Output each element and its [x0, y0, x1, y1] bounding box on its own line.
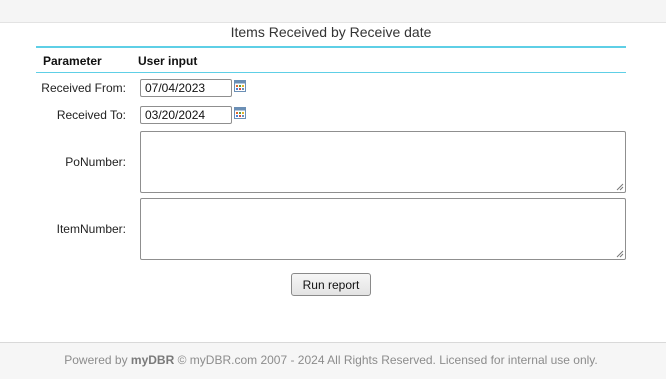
- item-number-textarea[interactable]: [140, 198, 626, 260]
- header-bottom-rule: [36, 72, 626, 73]
- received-from-input[interactable]: [140, 79, 232, 97]
- report-title: Items Received by Receive date: [230, 24, 432, 40]
- calendar-icon[interactable]: [234, 107, 246, 119]
- footer-copyright: © myDBR.com 2007 - 2024 All Rights Reser…: [174, 353, 598, 367]
- run-report-button[interactable]: Run report: [291, 273, 371, 296]
- parameter-table: Parameter User input: [36, 46, 626, 73]
- footer: Powered by myDBR © myDBR.com 2007 - 2024…: [0, 342, 666, 379]
- resize-grip-icon[interactable]: [616, 250, 624, 258]
- item-number-label: ItemNumber:: [56, 222, 126, 236]
- po-number-label: PoNumber:: [65, 155, 126, 169]
- received-from-label: Received From:: [41, 81, 126, 95]
- received-to-input[interactable]: [140, 106, 232, 124]
- footer-brand-link[interactable]: myDBR: [131, 353, 174, 367]
- header-parameter: Parameter: [43, 54, 102, 68]
- calendar-icon[interactable]: [234, 80, 246, 92]
- top-bar: [0, 0, 666, 23]
- header-user-input: User input: [138, 54, 198, 68]
- received-to-label: Received To:: [56, 108, 126, 122]
- footer-text: Powered by myDBR © myDBR.com 2007 - 2024…: [0, 353, 662, 367]
- po-number-textarea[interactable]: [140, 131, 626, 193]
- resize-grip-icon[interactable]: [616, 183, 624, 191]
- table-header-row: Parameter User input: [36, 48, 626, 72]
- footer-powered-by: Powered by: [64, 353, 131, 367]
